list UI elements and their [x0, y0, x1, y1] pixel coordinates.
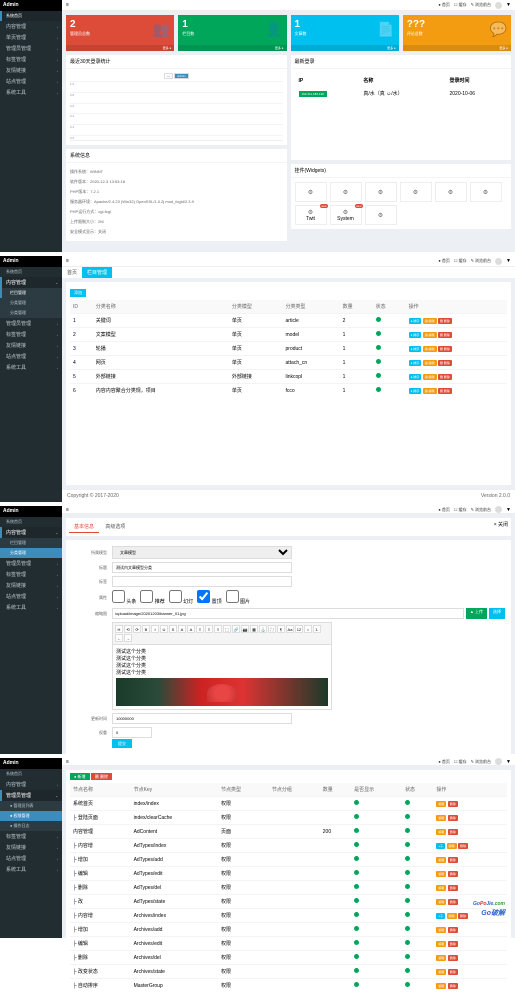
rich-editor[interactable]: H⟲⟳BIUSAA≡≡≡⬚🔗📷▦⚓⛶ ¶Aa12•1.←→ 测试这个分类 测试这…	[112, 622, 332, 710]
add-button[interactable]: 添加	[70, 289, 86, 297]
table-row: 3轮播单页product1● 排序 编 编辑 删 删除	[70, 342, 507, 356]
user-plus-icon: 👤	[265, 21, 282, 38]
nav-backend[interactable]: ✎ 浏览前台	[471, 2, 491, 8]
sidebar-item-9[interactable]: 系统工具›	[0, 87, 62, 98]
logo: Admin	[0, 256, 62, 267]
table-row: 2文案模型单页model1● 排序 编 编辑 删 删除	[70, 328, 507, 342]
tab-columns[interactable]: 栏目管理	[82, 267, 112, 278]
edit-button[interactable]: 编 编辑	[423, 318, 437, 324]
add-button[interactable]: ● 新增	[70, 773, 90, 780]
table-row: 1关键词单页article2● 排序 编 编辑 删 删除	[70, 314, 507, 328]
table-row: 6内容内容聚合分类规，项目单页fcco1● 排序 编 编辑 删 删除	[70, 384, 507, 398]
tab-basic[interactable]: 基本信息	[69, 521, 99, 533]
sidebar-item-6[interactable]: 标签管理›	[0, 54, 62, 65]
close-button[interactable]: × 关闭	[494, 521, 508, 533]
avatar[interactable]	[495, 2, 502, 9]
sidebar-item-5[interactable]: 管理员管理›	[0, 43, 62, 54]
time-field[interactable]	[112, 713, 292, 724]
menu-toggle-icon[interactable]: ≡	[66, 2, 69, 8]
flag-checkbox	[112, 590, 125, 603]
sidebar-sub-columns[interactable]: 栏目管理	[0, 288, 62, 298]
stat-comments[interactable]: ??? 评论总数 💬 更多 ●	[403, 15, 511, 51]
stat-articles[interactable]: 1 文章数 📄 更多 ●	[291, 15, 399, 51]
login-chart: 1.0 0.8 0.6 0.4 0.2 0.0	[70, 81, 283, 141]
login-title: 最新登录	[291, 55, 512, 69]
stat-columns[interactable]: 1 栏目数 👤 更多 ●	[178, 15, 286, 51]
version: Version 2.0.0	[481, 493, 510, 499]
sidebar-item-4[interactable]: 单页管理›	[0, 32, 62, 43]
delete-button[interactable]: 删除	[448, 801, 458, 807]
sidebar-sub-category[interactable]: 分类管理	[0, 298, 62, 308]
delete-all-button[interactable]: 删 删除	[91, 773, 112, 780]
widgets-title: 挂件(Widgets)	[291, 164, 512, 178]
sidebar-item-8[interactable]: 站点管理›	[0, 76, 62, 87]
parent-select[interactable]: 文章模型	[112, 546, 292, 559]
delete-button[interactable]: 删 删除	[438, 318, 452, 324]
table-row: 5外部链接外部链接linkcopl1● 排序 编 编辑 删 删除	[70, 370, 507, 384]
tab-advanced[interactable]: 高级选项	[100, 521, 130, 532]
tab-home[interactable]: 首页	[62, 267, 82, 278]
nav-clear[interactable]: ☐ 缓存	[454, 2, 467, 8]
stat-admins[interactable]: 2 管理员总数 👥 更多 ●	[66, 15, 174, 51]
watermark: GoPoJie.com Go破解	[473, 892, 505, 918]
sort-field[interactable]	[112, 727, 152, 738]
edit-button[interactable]: 编辑	[436, 801, 446, 807]
chart-title: 最近30天登录统计	[66, 55, 287, 69]
login-row: 192.211.183.140 真/水（真 ☺/水） 2020-10-06	[297, 88, 506, 99]
sidebar-item-0[interactable]: 系统首页	[0, 267, 62, 277]
cog-icon: ⚙	[308, 189, 313, 196]
sidebar-item-7[interactable]: 友情链接›	[0, 65, 62, 76]
table-row: 系统首页index/index权限编辑 删除	[70, 797, 507, 811]
nav-home[interactable]: ● 首页	[438, 2, 450, 8]
tags-field[interactable]	[112, 576, 292, 587]
ed-html-icon[interactable]: H	[115, 625, 123, 633]
sidebar-item-1[interactable]: 内容管理›	[0, 21, 62, 32]
submit-button[interactable]: 提交	[112, 739, 132, 748]
sysinfo-title: 系统信息	[66, 149, 287, 163]
upload-button[interactable]: ▲ 上传	[466, 608, 487, 619]
widget-item[interactable]: ⚙	[295, 182, 327, 202]
logo: Admin	[0, 0, 62, 11]
menu-toggle-icon[interactable]: ≡	[66, 258, 69, 264]
editor-image	[116, 678, 328, 706]
pick-button[interactable]: 选择	[489, 608, 505, 619]
image-path-field[interactable]	[112, 608, 464, 619]
sidebar-item-0[interactable]: 系统首页	[0, 11, 62, 21]
comment-icon: 💬	[490, 21, 507, 38]
sort-button[interactable]: ● 排序	[409, 318, 422, 324]
sysinfo-line: 操作系统：WINNT	[70, 167, 283, 177]
sidebar-item-1[interactable]: 内容管理⌄	[0, 277, 62, 288]
copyright: Copyright © 2017-2020	[67, 493, 119, 499]
status-dot[interactable]	[376, 317, 381, 322]
table-row: 4网页单页attach_cn1● 排序 编 编辑 删 删除	[70, 356, 507, 370]
doc-icon: 📄	[377, 21, 394, 38]
users-icon: 👥	[153, 21, 170, 38]
title-field[interactable]	[112, 562, 292, 573]
